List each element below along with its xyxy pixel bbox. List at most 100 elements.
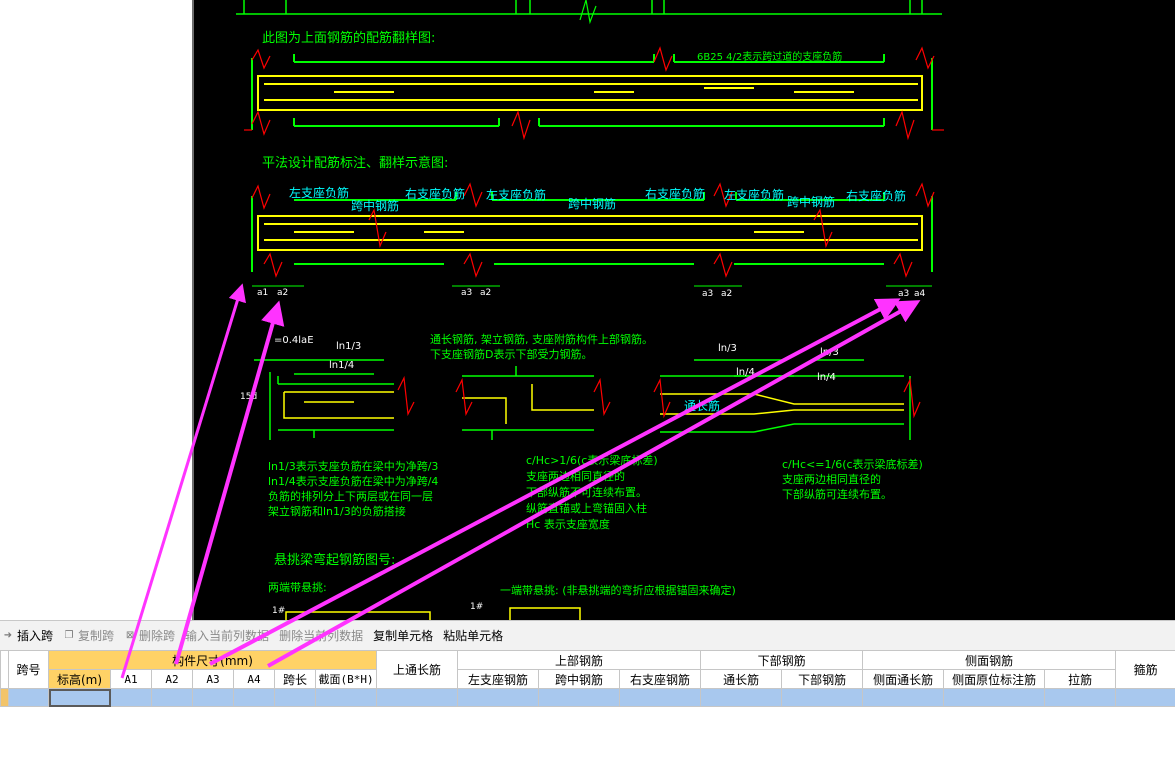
col-a2[interactable]: A2	[151, 669, 193, 689]
table-cell[interactable]	[457, 688, 540, 707]
table-cell[interactable]	[1115, 688, 1175, 707]
table-cell[interactable]	[314, 688, 378, 707]
table-row[interactable]	[0, 688, 1175, 707]
col-right-support[interactable]: 右支座钢筋	[619, 669, 702, 689]
a-label: a2	[480, 288, 492, 298]
label-mid-span-1: 跨中钢筋	[351, 199, 400, 213]
input-column-data-label: 输入当前列数据	[185, 629, 270, 643]
table-cell[interactable]	[151, 688, 193, 707]
input-column-data-button[interactable]: 输入当前列数据	[185, 627, 269, 644]
cad-drawing-graphics	[236, 0, 944, 620]
note-right-line: 下部纵筋可连续布置。	[782, 488, 892, 501]
row-header-cell[interactable]	[0, 688, 9, 707]
col-side-original[interactable]: 侧面原位标注筋	[943, 669, 1046, 689]
col-group-top-rebar[interactable]: 上部钢筋	[457, 650, 702, 670]
copy-cell-button[interactable]: 复制单元格	[373, 627, 433, 644]
copy-cell-label: 复制单元格	[373, 629, 434, 643]
insert-span-button[interactable]: ➜ 插入跨	[2, 627, 53, 644]
col-a4[interactable]: A4	[233, 669, 275, 689]
empty-area	[0, 708, 1175, 759]
dim-04lae: =0.4laE	[274, 335, 314, 346]
cad-title-top: 此图为上面钢筋的配筋翻样图:	[262, 31, 436, 46]
copy-span-label: 复制跨	[78, 629, 115, 643]
table-cell[interactable]	[8, 688, 49, 707]
a-label: a4	[914, 289, 926, 299]
cad-note-6b25: 6B25 4/2表示跨过道的支座负筋	[697, 52, 843, 63]
label-mid-span-3: 跨中钢筋	[787, 195, 836, 209]
paste-cell-label: 粘贴单元格	[443, 629, 504, 643]
col-group-bottom-rebar[interactable]: 下部钢筋	[700, 650, 864, 670]
cad-title-mid: 平法设计配筋标注、翻样示意图:	[262, 156, 449, 171]
delete-column-data-button[interactable]: 删除当前列数据	[279, 627, 363, 644]
col-stirrup[interactable]: 箍筋	[1115, 650, 1175, 689]
note-left-line: 架立钢筋和ln1/3的负筋搭接	[268, 505, 406, 518]
cad-title-cantilever: 悬挑梁弯起钢筋图号:	[274, 553, 396, 568]
left-panel	[0, 0, 192, 620]
label-right-support-3: 右支座负筋	[846, 189, 907, 203]
delete-span-label: 删除跨	[139, 629, 176, 643]
delete-span-button[interactable]: ⊠ 删除跨	[124, 627, 175, 644]
cad-drawing-view[interactable]: 此图为上面钢筋的配筋翻样图: 6B25 4/2表示跨过道的支座负筋 平法设计配筋…	[192, 0, 1175, 620]
table-cell[interactable]	[376, 688, 459, 707]
label-left-support-2: 左支座负筋	[486, 188, 547, 202]
table-cell[interactable]	[1044, 688, 1117, 707]
note-left-line: 负筋的排列分上下两层或在同一层	[268, 490, 433, 503]
col-top-through[interactable]: 上通长筋	[376, 650, 459, 689]
insert-span-label: 插入跨	[17, 629, 54, 643]
col-span-no[interactable]: 跨号	[8, 650, 49, 689]
table-cell[interactable]	[538, 688, 621, 707]
dim-ln1-4: ln1/4	[329, 360, 355, 371]
col-section[interactable]: 截面(B*H)	[314, 669, 378, 689]
cantilever-both-label: 两端带悬挑:	[268, 581, 327, 594]
col-elevation[interactable]: 标高(m)	[48, 669, 111, 689]
dim-ln1-3: ln1/3	[336, 341, 362, 352]
a-label: a3	[898, 289, 910, 299]
copy-span-button[interactable]: ❐ 复制跨	[63, 627, 115, 644]
table-cell[interactable]	[862, 688, 945, 707]
a-label: a1	[257, 288, 269, 298]
table-cell[interactable]	[233, 688, 275, 707]
a-label: a3	[461, 288, 473, 298]
col-bottom-through[interactable]: 通长筋	[700, 669, 783, 689]
table-cell[interactable]	[619, 688, 702, 707]
table-cell[interactable]	[781, 688, 864, 707]
note-middle-line: 支座两边相同直径的	[526, 470, 625, 483]
col-span-length[interactable]: 跨长	[274, 669, 316, 689]
col-a1[interactable]: A1	[110, 669, 152, 689]
table-cell[interactable]	[700, 688, 783, 707]
delete-icon: ⊠	[125, 629, 135, 641]
delete-column-data-label: 删除当前列数据	[279, 629, 364, 643]
dim-15d: 15d	[240, 392, 258, 402]
col-left-support[interactable]: 左支座钢筋	[457, 669, 540, 689]
through-bar-label: 通长筋	[684, 399, 721, 413]
note-middle-line: Hc 表示支座宽度	[526, 518, 610, 531]
table-cell[interactable]	[943, 688, 1046, 707]
col-mid-span[interactable]: 跨中钢筋	[538, 669, 621, 689]
col-group-side-rebar[interactable]: 侧面钢筋	[862, 650, 1117, 670]
label-right-support-1: 右支座负筋	[405, 187, 466, 201]
note-right-line: 支座两边相同直径的	[782, 473, 881, 486]
a-label: a2	[721, 289, 733, 299]
a-label: a2	[277, 288, 289, 298]
insert-arrow-icon: ➜	[3, 629, 13, 641]
note-left-line: ln1/3表示支座负筋在梁中为净跨/3	[268, 460, 439, 473]
col-side-through[interactable]: 侧面通长筋	[862, 669, 945, 689]
cantilever-one-label: 一端带悬挑: (非悬挑端的弯折应根据锚固来确定)	[500, 584, 736, 597]
col-a3[interactable]: A3	[192, 669, 234, 689]
note-through-2: 下支座钢筋D表示下部受力钢筋。	[430, 348, 593, 361]
note-left-line: ln1/4表示支座负筋在梁中为净跨/4	[268, 475, 439, 488]
dim-ln-4b: ln/4	[817, 372, 836, 383]
label-left-support-1: 左支座负筋	[289, 186, 350, 200]
table-cell[interactable]	[110, 688, 152, 707]
table-cell-selected[interactable]	[48, 688, 111, 707]
note-middle-line: 纵筋直锚或上弯锚固入柱	[526, 502, 647, 515]
col-group-dimensions[interactable]: 构件尺寸(mm)	[47, 650, 378, 670]
col-bottom-rebar[interactable]: 下部钢筋	[781, 669, 864, 689]
table-cell[interactable]	[192, 688, 234, 707]
table-cell[interactable]	[274, 688, 316, 707]
col-tie-bar[interactable]: 拉筋	[1044, 669, 1117, 689]
paste-cell-button[interactable]: 粘贴单元格	[443, 627, 503, 644]
app-window: 此图为上面钢筋的配筋翻样图: 6B25 4/2表示跨过道的支座负筋 平法设计配筋…	[0, 0, 1175, 759]
label-right-support-2: 右支座负筋	[645, 187, 706, 201]
dim-ln-3a: ln/3	[718, 343, 737, 354]
